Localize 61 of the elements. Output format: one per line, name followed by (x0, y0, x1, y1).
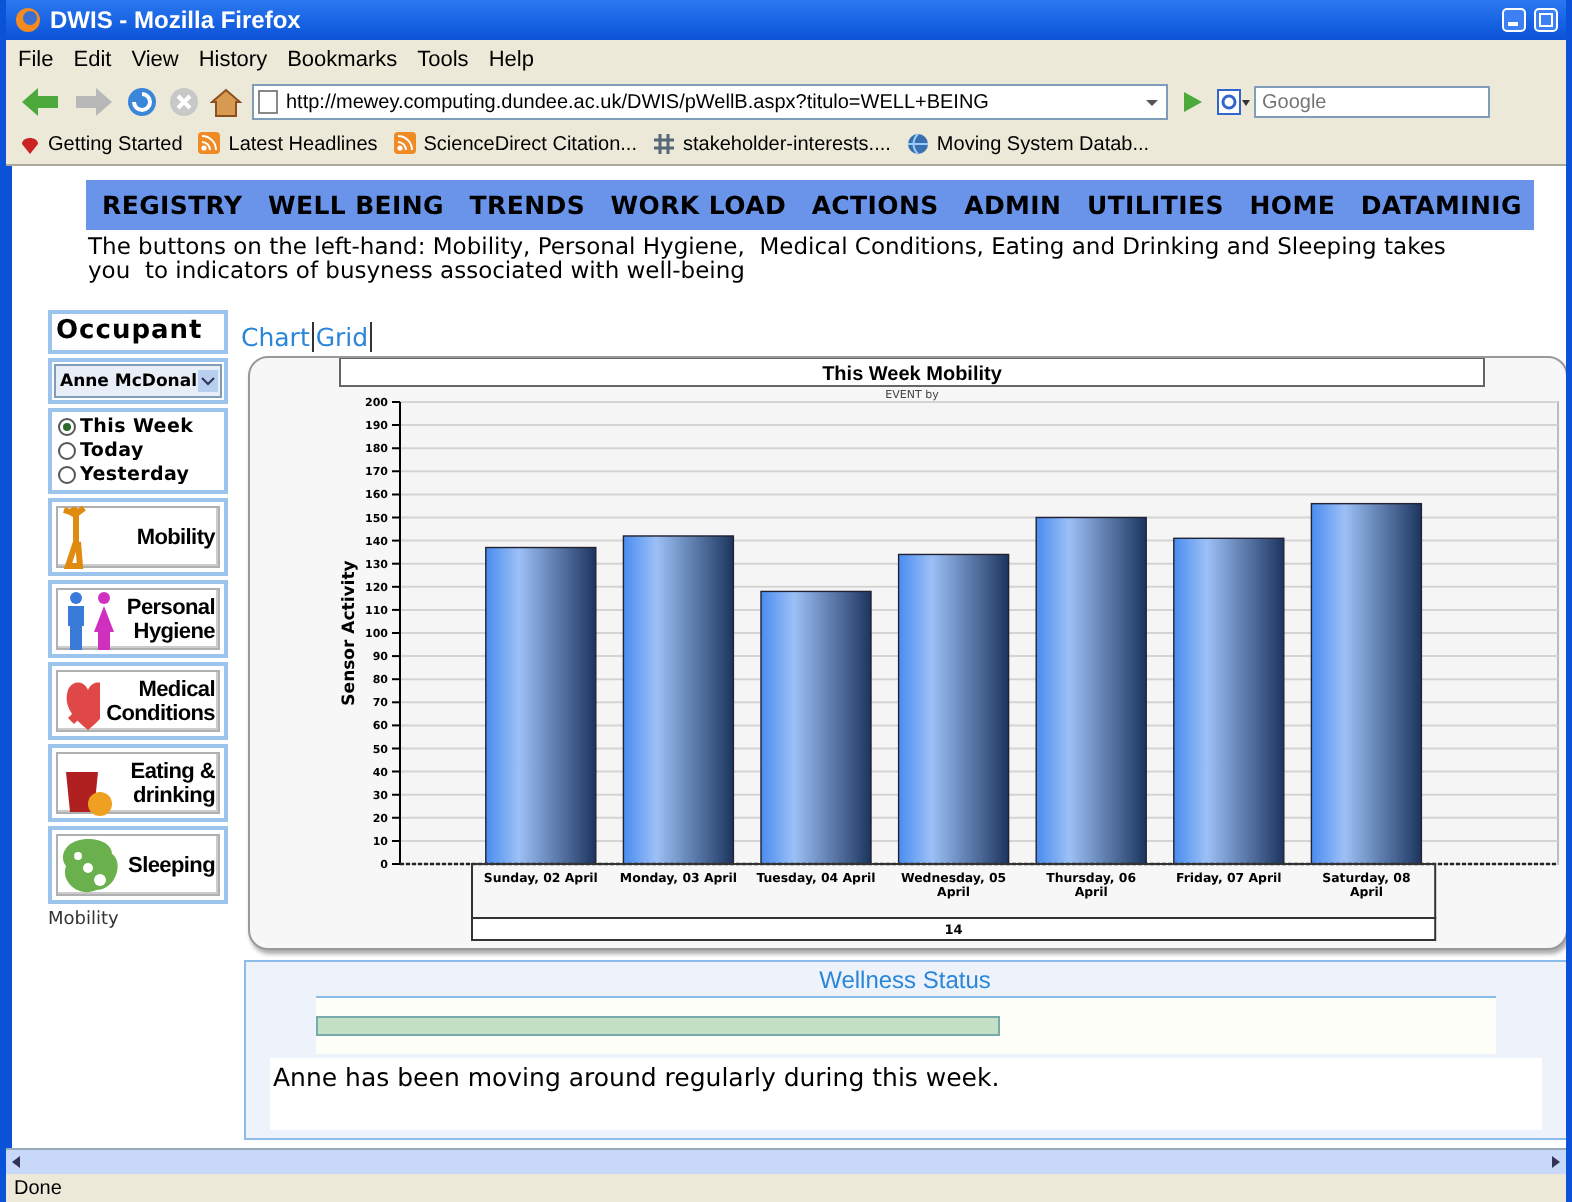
nav-link[interactable]: UTILITIES (1086, 190, 1224, 220)
address-field[interactable]: http://mewey.computing.dundee.ac.uk/DWIS/pWellB.aspx?titulo=WELL+BEING (252, 84, 1168, 120)
page-icon (258, 90, 278, 114)
chart-title: This Week Mobility (821, 364, 1001, 386)
menu-item[interactable]: File (18, 48, 54, 72)
radio-button[interactable] (58, 442, 76, 460)
view-tab[interactable]: Grid (313, 322, 373, 352)
category-button[interactable]: Eating & drinking (56, 752, 219, 814)
radio-button[interactable] (58, 418, 76, 436)
menu-item[interactable]: Bookmarks (287, 48, 398, 72)
menu-item[interactable]: View (131, 48, 179, 72)
minimize-icon[interactable] (1502, 8, 1526, 32)
nav-link[interactable]: ACTIONS (811, 190, 939, 220)
hash-icon (652, 132, 677, 156)
category-button[interactable]: Sleeping (56, 834, 219, 896)
intro-text: The buttons on the left-hand: Mobility, Personal Hygiene, Medical Conditions, Eating and Drinking and Sleeping takes you to indicators of busyness associated with well-being (88, 234, 1448, 282)
search-engine-icon[interactable] (1216, 88, 1252, 116)
nav-link[interactable]: WORK LOAD (610, 190, 787, 220)
bookmark-link[interactable]: Getting Started (18, 132, 183, 156)
horizontal-scrollbar[interactable] (6, 1148, 1566, 1174)
period-option[interactable]: Yesterday (58, 464, 217, 486)
feed-icon (393, 132, 418, 156)
browser-logo-icon (14, 6, 42, 34)
category-button[interactable]: Personal Hygiene (56, 588, 219, 650)
search-field[interactable]: Google (1254, 86, 1490, 118)
view-tab[interactable]: Chart (239, 322, 314, 352)
selected-category-caption: Mobility (48, 910, 121, 930)
bookmark-icon (18, 132, 42, 156)
menu-item[interactable]: Edit (73, 48, 112, 72)
nav-link[interactable]: WELL BEING (267, 190, 445, 220)
reload-icon[interactable] (126, 86, 158, 118)
bookmark-link[interactable]: Latest Headlines (198, 132, 378, 156)
panel-title: Wellness Status (819, 966, 991, 996)
period-option[interactable]: Today (58, 440, 217, 462)
nav-link[interactable]: DATAMINIG (1360, 190, 1522, 220)
status-text: Done (14, 1177, 62, 1199)
feed-icon (198, 132, 223, 156)
category-button[interactable]: Mobility (56, 506, 219, 568)
home-icon[interactable] (210, 86, 242, 118)
nav-link[interactable]: REGISTRY (102, 190, 243, 220)
menu-item[interactable]: Tools (417, 48, 469, 72)
occupant-heading: Occupant (48, 310, 227, 354)
period-option[interactable]: This Week (58, 416, 217, 438)
wellness-message: Anne has been moving around regularly during this week. (273, 1062, 1000, 1092)
occupant-dropdown[interactable]: Anne McDonal (54, 364, 221, 398)
nav-link[interactable]: HOME (1249, 190, 1336, 220)
menu-item[interactable]: Help (488, 48, 534, 72)
globe-icon (906, 132, 931, 156)
bookmark-link[interactable]: Moving System Datab... (906, 132, 1150, 156)
bookmark-link[interactable]: ScienceDirect Citation... (393, 132, 637, 156)
category-button[interactable]: Medical Conditions (56, 670, 219, 732)
sleep-icon (60, 833, 120, 897)
restore-icon[interactable] (1534, 8, 1558, 32)
window-title: DWIS - Mozilla Firefox (50, 6, 303, 34)
y-axis-title: Sensor Activity (339, 560, 359, 706)
nav-link[interactable]: ADMIN (964, 190, 1062, 220)
figure-icon (60, 505, 88, 569)
nav-link[interactable]: TRENDS (469, 190, 586, 220)
bookmark-link[interactable]: stakeholder-interests.... (652, 132, 891, 156)
menu-item[interactable]: History (198, 48, 268, 72)
radio-button[interactable] (58, 466, 76, 484)
